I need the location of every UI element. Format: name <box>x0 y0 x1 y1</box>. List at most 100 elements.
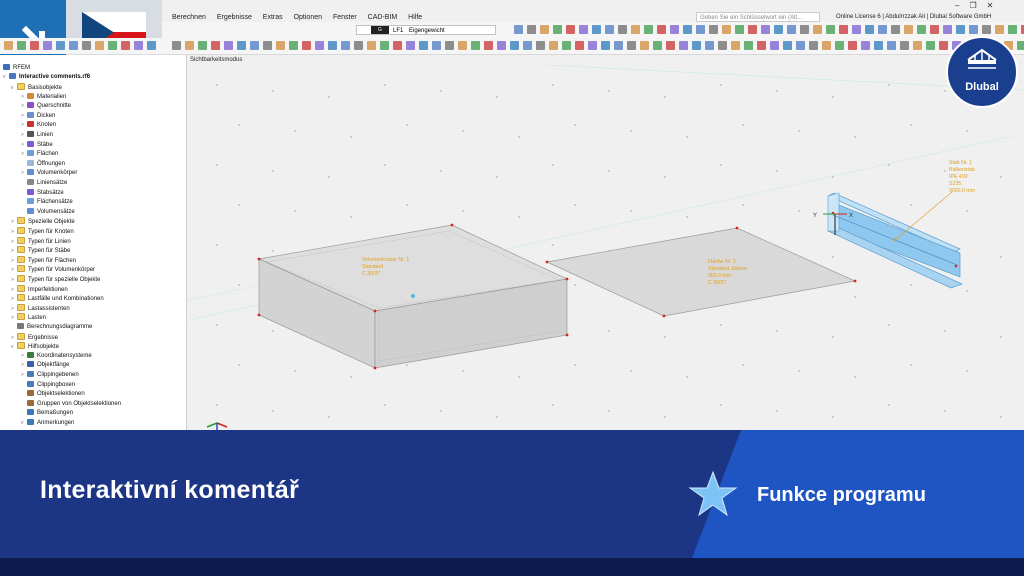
toolbar-button-icon[interactable] <box>419 41 428 50</box>
toolbar-button-icon[interactable] <box>566 25 575 34</box>
toolbar-button-icon[interactable] <box>852 25 861 34</box>
toolbar-button-icon[interactable] <box>904 25 913 34</box>
tree-item[interactable]: > Knoten <box>21 121 56 131</box>
toolbar-button-icon[interactable] <box>497 41 506 50</box>
toolbar-button-icon[interactable] <box>263 41 272 50</box>
toolbar-button-icon[interactable] <box>601 41 610 50</box>
toolbar-button-icon[interactable] <box>484 41 493 50</box>
toolbar-button-icon[interactable] <box>17 41 26 50</box>
toolbar-button-icon[interactable] <box>523 41 532 50</box>
toolbar-button-icon[interactable] <box>891 25 900 34</box>
tree-item[interactable]: > Linien <box>21 131 53 141</box>
toolbar-button-icon[interactable] <box>618 25 627 34</box>
toolbar-button-icon[interactable] <box>913 41 922 50</box>
toolbar-button-icon[interactable] <box>354 41 363 50</box>
toolbar-button-icon[interactable] <box>536 41 545 50</box>
toolbar-button-icon[interactable] <box>787 25 796 34</box>
tree-item[interactable]: v Hilfsobjekte <box>11 342 59 352</box>
toolbar-button-icon[interactable] <box>839 25 848 34</box>
toolbar-button-icon[interactable] <box>605 25 614 34</box>
tree-item[interactable]: Stabsätze <box>21 188 64 199</box>
toolbar-button-icon[interactable] <box>657 25 666 34</box>
toolbar-button-icon[interactable] <box>553 25 562 34</box>
toolbar-button-icon[interactable] <box>43 41 52 50</box>
member-comment-line[interactable]: Stab Nr. 1 <box>949 160 972 166</box>
toolbar-button-icon[interactable] <box>982 25 991 34</box>
load-case-select[interactable]: G LF1 Eigengewicht <box>356 25 496 35</box>
tree-item[interactable]: > Imperfektionen <box>11 284 68 295</box>
toolbar-button-icon[interactable] <box>302 41 311 50</box>
toolbar-button-icon[interactable] <box>774 25 783 34</box>
surface-comment-line[interactable]: C 30/37 <box>708 280 726 286</box>
tree-item[interactable]: > Dicken <box>21 111 55 122</box>
toolbar-button-icon[interactable] <box>705 41 714 50</box>
toolbar-button-icon[interactable] <box>56 41 65 50</box>
toolbar-button-icon[interactable] <box>848 41 857 50</box>
tree-item[interactable]: Bemaßungen <box>21 409 73 419</box>
toolbar-button-icon[interactable] <box>900 41 909 50</box>
member-comment-line[interactable]: IPE 400 <box>949 174 968 180</box>
toolbar-button-icon[interactable] <box>95 41 104 50</box>
toolbar-button-icon[interactable] <box>748 25 757 34</box>
toolbar-button-icon[interactable] <box>809 41 818 50</box>
toolbar-button-icon[interactable] <box>943 25 952 34</box>
toolbar-button-icon[interactable] <box>588 41 597 50</box>
tree-item[interactable]: Liniensätze <box>21 179 67 189</box>
toolbar-button-icon[interactable] <box>709 25 718 34</box>
tree-item[interactable]: > Koordinatensysteme <box>21 351 92 362</box>
toolbar-button-icon[interactable] <box>683 25 692 34</box>
solid-comment-line[interactable]: C 30/37 <box>362 271 380 277</box>
toolbar-button-icon[interactable] <box>380 41 389 50</box>
toolbar-button-icon[interactable] <box>445 41 454 50</box>
tree-item[interactable]: > Typen für Volumenkörper <box>11 265 95 275</box>
tree-item[interactable]: > Typen für Flächen <box>11 255 76 266</box>
window-controls[interactable]: –❐✕ <box>955 1 1003 10</box>
toolbar-button-icon[interactable] <box>1017 41 1024 50</box>
toolbar-button-icon[interactable] <box>614 41 623 50</box>
tree-item[interactable]: Berechnungsdiagramme <box>11 323 92 333</box>
toolbar-button-icon[interactable] <box>939 41 948 50</box>
toolbar-button-icon[interactable] <box>995 25 1004 34</box>
tree-item[interactable]: > Objektfänge <box>21 361 69 371</box>
toolbar-button-icon[interactable] <box>198 41 207 50</box>
tree-item[interactable]: v Basisobjekte <box>11 83 62 93</box>
toolbar-button-icon[interactable] <box>393 41 402 50</box>
restore-icon[interactable]: ❐ <box>969 1 986 10</box>
toolbar-button-icon[interactable] <box>432 41 441 50</box>
surface-comment-line[interactable]: Standard, Ebene <box>708 266 747 272</box>
toolbar-button-icon[interactable] <box>237 41 246 50</box>
tree-item[interactable]: Gruppen von Objektselektionen <box>21 399 121 410</box>
toolbar-button-icon[interactable] <box>826 25 835 34</box>
tree-item[interactable]: > Typen für Linien <box>11 236 71 247</box>
toolbar-button-icon[interactable] <box>250 41 259 50</box>
toolbar-button-icon[interactable] <box>722 25 731 34</box>
toolbar-button-icon[interactable] <box>185 41 194 50</box>
solid-comment-line[interactable]: Standard <box>362 264 383 270</box>
toolbar-button-icon[interactable] <box>69 41 78 50</box>
toolbar-button-icon[interactable] <box>108 41 117 50</box>
toolbar-button-icon[interactable] <box>627 41 636 50</box>
toolbar-button-icon[interactable] <box>696 25 705 34</box>
toolbar-button-icon[interactable] <box>969 25 978 34</box>
toolbar-button-icon[interactable] <box>887 41 896 50</box>
toolbar-button-icon[interactable] <box>956 25 965 34</box>
toolbar-button-icon[interactable] <box>735 25 744 34</box>
close-icon[interactable]: ✕ <box>987 1 1004 10</box>
toolbar-button-icon[interactable] <box>800 25 809 34</box>
toolbar-button-icon[interactable] <box>328 41 337 50</box>
model-scene[interactable]: X Y Volumenkörper Nr. 1 Standard C 30/37… <box>187 55 1024 430</box>
keyword-search-input[interactable]: Geben Sie ein Schlüsselwort ein (Alt... <box>696 12 820 22</box>
tree-item[interactable]: > Typen für spezielle Objekte <box>11 275 100 285</box>
toolbar-button-icon[interactable] <box>822 41 831 50</box>
toolbar-button-icon[interactable] <box>527 25 536 34</box>
toolbar-button-icon[interactable] <box>917 25 926 34</box>
toolbar-button-icon[interactable] <box>718 41 727 50</box>
toolbar-button-icon[interactable] <box>562 41 571 50</box>
toolbar-button-icon[interactable] <box>575 41 584 50</box>
toolbar-button-icon[interactable] <box>757 41 766 50</box>
tree-item[interactable]: Öffnungen <box>21 159 65 170</box>
toolbar-button-icon[interactable] <box>341 41 350 50</box>
tree-file[interactable]: v Interactive comments.rf6 <box>3 73 90 83</box>
plate-surface[interactable] <box>545 226 857 318</box>
toolbar-button-icon[interactable] <box>644 25 653 34</box>
